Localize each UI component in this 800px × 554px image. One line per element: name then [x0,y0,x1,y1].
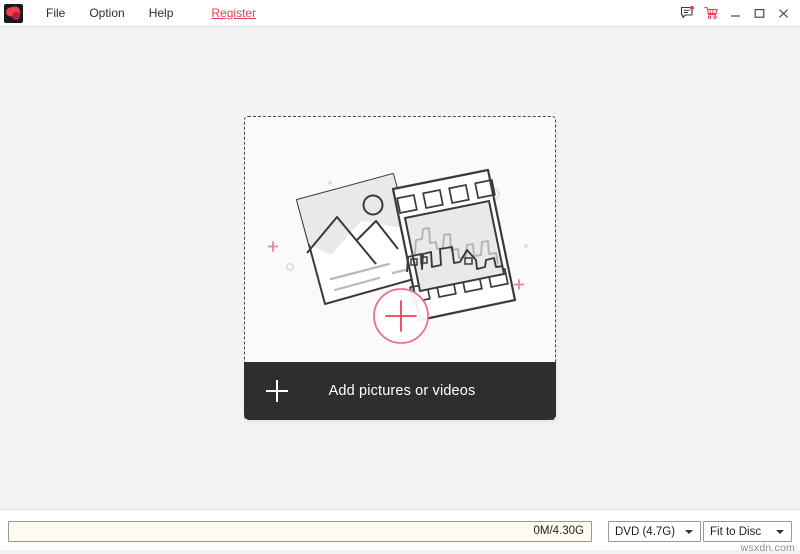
cart-icon[interactable] [700,2,722,24]
app-logo-icon [4,4,23,23]
chevron-down-icon [685,530,693,534]
register-link[interactable]: Register [199,2,268,24]
statusbar: 0M/4.30G DVD (4.7G) Fit to Disc wsxdn.co… [0,509,800,550]
minimize-icon[interactable] [724,2,746,24]
menu-option[interactable]: Option [77,2,136,24]
titlebar: File Option Help Register [0,0,800,27]
plus-spark-icon [515,280,524,289]
disc-type-value: DVD (4.7G) [609,526,685,538]
circle-spark-icon [287,264,293,270]
media-dropzone[interactable]: Add pictures or videos [244,116,556,420]
maximize-icon[interactable] [748,2,770,24]
fit-mode-value: Fit to Disc [704,526,776,538]
plus-spark-icon [269,242,278,251]
dot-spark-icon [328,181,332,185]
plus-icon [266,380,288,402]
watermark-text: wsxdn.com [741,542,795,554]
main-content-area: Add pictures or videos [0,28,800,508]
empty-state-illustration [245,117,555,362]
close-icon[interactable] [772,2,794,24]
add-media-button[interactable]: Add pictures or videos [244,362,556,420]
circle-plus-icon [374,289,428,343]
menu-help[interactable]: Help [137,2,186,24]
capacity-text: 0M/4.30G [534,525,585,537]
dot-spark-icon [524,244,528,248]
add-media-label: Add pictures or videos [288,383,516,399]
chevron-down-icon [776,530,784,534]
menu-file[interactable]: File [34,2,77,24]
fit-mode-select[interactable]: Fit to Disc [703,521,792,542]
disc-capacity-bar: 0M/4.30G [8,521,592,542]
disc-type-select[interactable]: DVD (4.7G) [608,521,701,542]
window-controls [676,2,800,24]
feedback-icon[interactable] [676,2,698,24]
logo-swoosh-shadow-shape [11,11,20,20]
menubar: File Option Help Register [34,2,268,24]
